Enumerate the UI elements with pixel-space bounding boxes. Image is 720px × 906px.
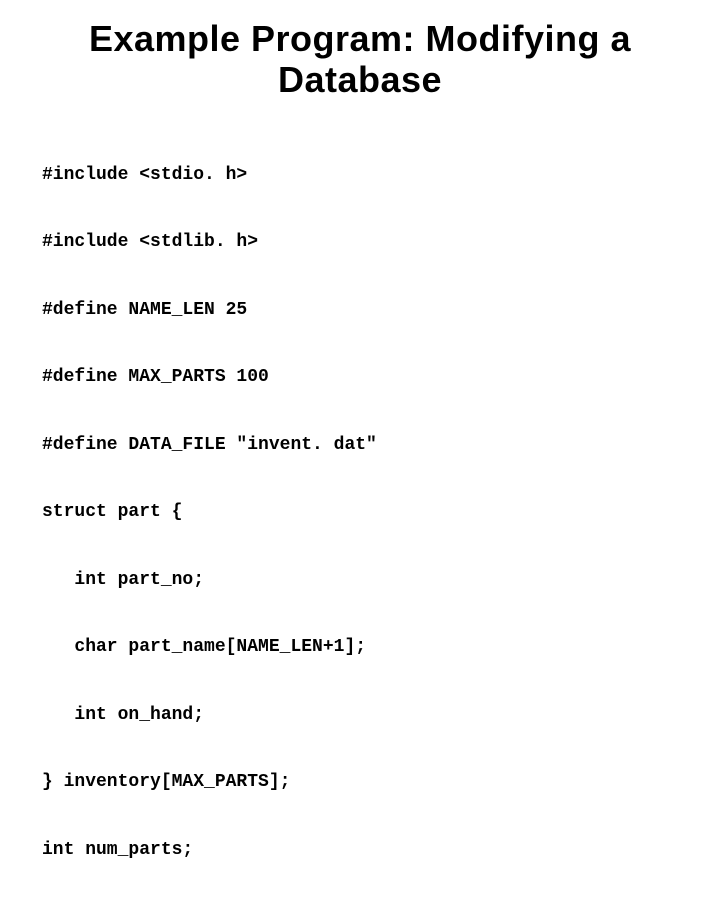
- code-line: char part_name[NAME_LEN+1];: [42, 636, 680, 659]
- code-line: #define MAX_PARTS 100: [42, 366, 680, 389]
- code-line: int num_parts;: [42, 839, 680, 862]
- code-line: struct part {: [42, 501, 680, 524]
- code-line: #define DATA_FILE "invent. dat": [42, 434, 680, 457]
- slide-title: Example Program: Modifying a Database: [40, 18, 680, 101]
- code-line: int on_hand;: [42, 704, 680, 727]
- code-line: } inventory[MAX_PARTS];: [42, 771, 680, 794]
- code-line: int part_no;: [42, 569, 680, 592]
- code-line: #define NAME_LEN 25: [42, 299, 680, 322]
- code-block: #include <stdio. h> #include <stdlib. h>…: [40, 119, 680, 906]
- code-line: #include <stdlib. h>: [42, 231, 680, 254]
- slide: Example Program: Modifying a Database #i…: [0, 0, 720, 540]
- code-line: #include <stdio. h>: [42, 164, 680, 187]
